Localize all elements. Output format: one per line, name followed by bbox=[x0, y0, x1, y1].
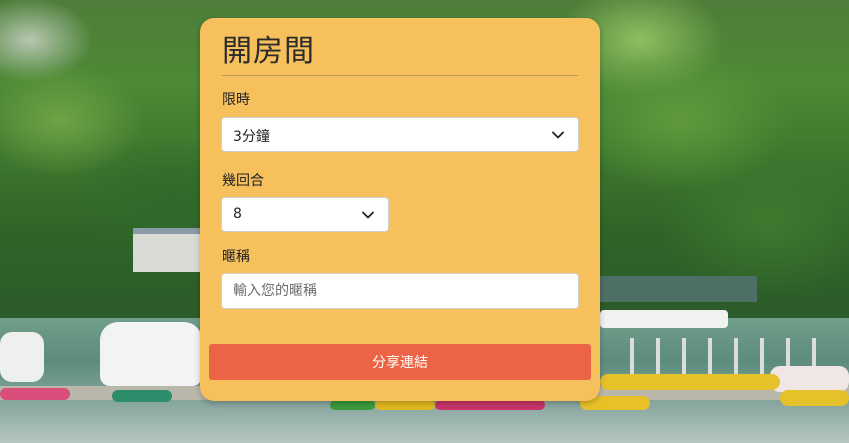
rounds-label: 幾回合 bbox=[222, 173, 264, 189]
time-limit-select[interactable]: 3分鐘 bbox=[221, 117, 579, 152]
swan-paddle-boat bbox=[0, 332, 44, 382]
swan-paddle-boat bbox=[100, 322, 202, 386]
lakeside-building bbox=[133, 228, 203, 272]
share-link-button[interactable]: 分享連結 bbox=[209, 344, 591, 380]
white-boat bbox=[600, 310, 728, 328]
kayak bbox=[330, 400, 375, 410]
dialog-title: 開房間 bbox=[222, 34, 315, 69]
time-limit-label: 限時 bbox=[222, 92, 250, 108]
time-limit-selected-value: 3分鐘 bbox=[233, 129, 270, 145]
title-divider bbox=[222, 75, 578, 76]
chevron-down-icon bbox=[362, 211, 374, 219]
kayak bbox=[0, 388, 70, 400]
room-setup-screen: 開房間 限時 3分鐘 幾回合 8 暱稱 分享連結 bbox=[0, 0, 849, 443]
paddle-boat bbox=[770, 366, 849, 392]
kayak bbox=[600, 374, 780, 390]
kayak bbox=[112, 390, 172, 402]
nickname-input[interactable] bbox=[221, 273, 579, 309]
chevron-down-icon bbox=[552, 131, 564, 139]
nickname-label: 暱稱 bbox=[222, 249, 250, 265]
kayak bbox=[780, 390, 849, 406]
create-room-dialog: 開房間 限時 3分鐘 幾回合 8 暱稱 分享連結 bbox=[200, 18, 600, 401]
kayak bbox=[435, 400, 545, 410]
kayak bbox=[375, 400, 435, 410]
rounds-selected-value: 8 bbox=[233, 206, 242, 222]
rounds-select[interactable]: 8 bbox=[221, 197, 389, 232]
boathouse-roof bbox=[600, 276, 757, 302]
